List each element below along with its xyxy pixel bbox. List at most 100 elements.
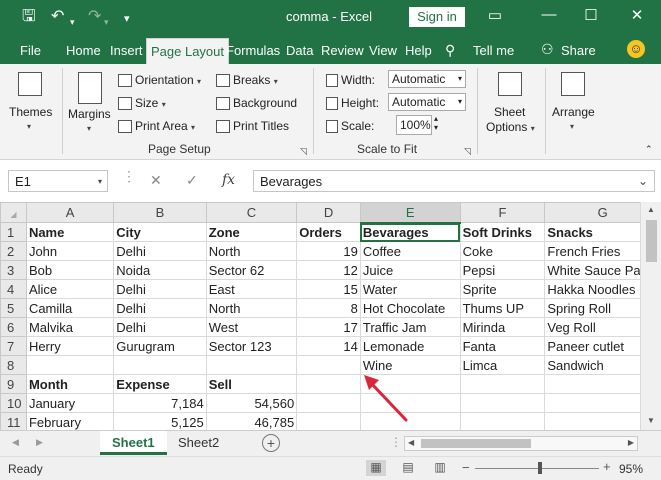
cell-e11[interactable] (359, 412, 461, 430)
normal-view-icon[interactable]: ▦ (366, 460, 386, 476)
zoom-out-button[interactable]: − (462, 460, 470, 475)
margins-button[interactable]: Margins (68, 107, 111, 121)
tab-page-layout[interactable]: Page Layout (146, 38, 230, 64)
previous-sheet-icon[interactable]: ◀ (12, 437, 19, 448)
tab-insert[interactable]: Insert (110, 43, 143, 58)
scroll-up-icon[interactable]: ▲ (647, 205, 655, 214)
cell-a7[interactable]: Herry (25, 336, 115, 356)
cell-a10[interactable]: January (25, 393, 115, 413)
row-header[interactable]: 11 (0, 412, 27, 430)
cell-b1[interactable]: City (113, 222, 207, 242)
column-header-e[interactable]: E (359, 202, 461, 224)
cell-b9[interactable]: Expense (113, 374, 207, 394)
cell-f10[interactable] (459, 393, 546, 413)
cell-f1[interactable]: Soft Drinks (459, 222, 546, 242)
tab-file[interactable]: File (20, 43, 41, 58)
cell-e10[interactable] (359, 393, 461, 413)
cell-d2[interactable]: 19 (296, 241, 361, 261)
height-dropdown[interactable]: Automatic ▾ (388, 93, 466, 111)
undo-icon[interactable]: ↶ (51, 7, 64, 27)
arrange-button[interactable]: Arrange (552, 105, 595, 119)
cell-c2[interactable]: North (205, 241, 298, 261)
cell-c7[interactable]: Sector 123 (205, 336, 298, 356)
cell-b6[interactable]: Delhi (113, 317, 207, 337)
sheet-options-label-1[interactable]: Sheet (494, 105, 525, 119)
print-area-button[interactable]: Print Area ▾ (118, 119, 195, 134)
formula-input[interactable]: Bevarages ⌄ (253, 170, 655, 192)
cell-c9[interactable]: Sell (205, 374, 298, 394)
cell-f8[interactable]: Limca (459, 355, 546, 375)
close-button[interactable]: ✕ (624, 6, 650, 24)
cell-f3[interactable]: Pepsi (459, 260, 546, 280)
redo-dropdown-icon[interactable]: ▾ (104, 12, 109, 32)
cell-f9[interactable] (459, 374, 546, 394)
undo-dropdown-icon[interactable]: ▾ (70, 12, 75, 32)
scroll-right-icon[interactable]: ▶ (628, 438, 634, 447)
breaks-button[interactable]: Breaks ▾ (216, 73, 278, 88)
row-header[interactable]: 2 (0, 241, 27, 261)
column-header-a[interactable]: A (25, 202, 115, 223)
cell-c3[interactable]: Sector 62 (205, 260, 298, 280)
row-header[interactable]: 6 (0, 317, 27, 337)
cell-f6[interactable]: Mirinda (459, 317, 546, 337)
cell-c8[interactable] (205, 355, 298, 375)
collapse-ribbon-icon[interactable]: ⌃ (645, 144, 653, 155)
cell-c4[interactable]: East (205, 279, 298, 299)
cell-b7[interactable]: Gurugram (113, 336, 207, 356)
cell-a2[interactable]: John (25, 241, 115, 261)
minimize-button[interactable]: — (536, 6, 562, 23)
customize-quick-access-icon[interactable]: ▾ (124, 9, 130, 29)
tab-home[interactable]: Home (66, 43, 101, 58)
cell-e9[interactable] (359, 374, 461, 394)
row-header[interactable]: 9 (0, 374, 27, 394)
tab-formulas[interactable]: Formulas (226, 43, 280, 58)
scale-to-fit-launcher-icon[interactable]: ◹ (464, 146, 471, 157)
row-header[interactable]: 4 (0, 279, 27, 299)
cell-a6[interactable]: Malvika (25, 317, 115, 337)
cell-d7[interactable]: 14 (296, 336, 361, 356)
cell-e8[interactable]: Wine (359, 355, 461, 375)
cell-a1[interactable]: Name (25, 222, 115, 242)
row-header[interactable]: 7 (0, 336, 27, 356)
cell-c10[interactable]: 54,560 (205, 393, 298, 413)
column-header-b[interactable]: B (113, 202, 207, 223)
row-header[interactable]: 3 (0, 260, 27, 280)
cell-d9[interactable] (296, 374, 361, 394)
cell-b3[interactable]: Noida (113, 260, 207, 280)
cell-e2[interactable]: Coffee (359, 241, 461, 261)
background-button[interactable]: Background (216, 96, 297, 111)
sign-in-button[interactable]: Sign in (409, 7, 465, 27)
vertical-scrollbar[interactable]: ▲ ▼ (640, 202, 661, 430)
scroll-down-icon[interactable]: ▼ (647, 416, 655, 425)
scroll-left-icon[interactable]: ◀ (408, 438, 414, 447)
cell-e5[interactable]: Hot Chocolate (359, 298, 461, 318)
scale-spinner[interactable]: ▴ ▾ (434, 114, 438, 132)
row-header[interactable]: 10 (0, 393, 27, 413)
cell-a4[interactable]: Alice (25, 279, 115, 299)
row-header[interactable]: 1 (0, 222, 27, 242)
cell-b8[interactable] (113, 355, 207, 375)
cell-e6[interactable]: Traffic Jam (359, 317, 461, 337)
horizontal-scroll-thumb[interactable] (421, 439, 531, 448)
zoom-slider-track[interactable] (475, 468, 599, 469)
tab-review[interactable]: Review (321, 43, 364, 58)
insert-function-icon[interactable]: fx (222, 172, 235, 188)
cell-f5[interactable]: Thums UP (459, 298, 546, 318)
tell-me-search[interactable]: Tell me (473, 43, 514, 58)
arrange-dropdown-icon[interactable]: ▾ (570, 122, 574, 131)
cell-b10[interactable]: 7,184 (113, 393, 207, 413)
cell-f2[interactable]: Coke (459, 241, 546, 261)
cell-c1[interactable]: Zone (205, 222, 298, 242)
size-button[interactable]: Size ▾ (118, 96, 166, 111)
cell-a9[interactable]: Month (25, 374, 115, 394)
cancel-icon[interactable]: ✕ (150, 172, 162, 189)
cell-b5[interactable]: Delhi (113, 298, 207, 318)
cell-e3[interactable]: Juice (359, 260, 461, 280)
orientation-button[interactable]: Orientation ▾ (118, 73, 201, 88)
width-dropdown[interactable]: Automatic ▾ (388, 70, 466, 88)
sheet-options-button[interactable]: Options ▾ (486, 120, 535, 134)
row-header[interactable]: 5 (0, 298, 27, 318)
cell-e4[interactable]: Water (359, 279, 461, 299)
cell-d1[interactable]: Orders (296, 222, 361, 242)
column-header-d[interactable]: D (296, 202, 361, 223)
